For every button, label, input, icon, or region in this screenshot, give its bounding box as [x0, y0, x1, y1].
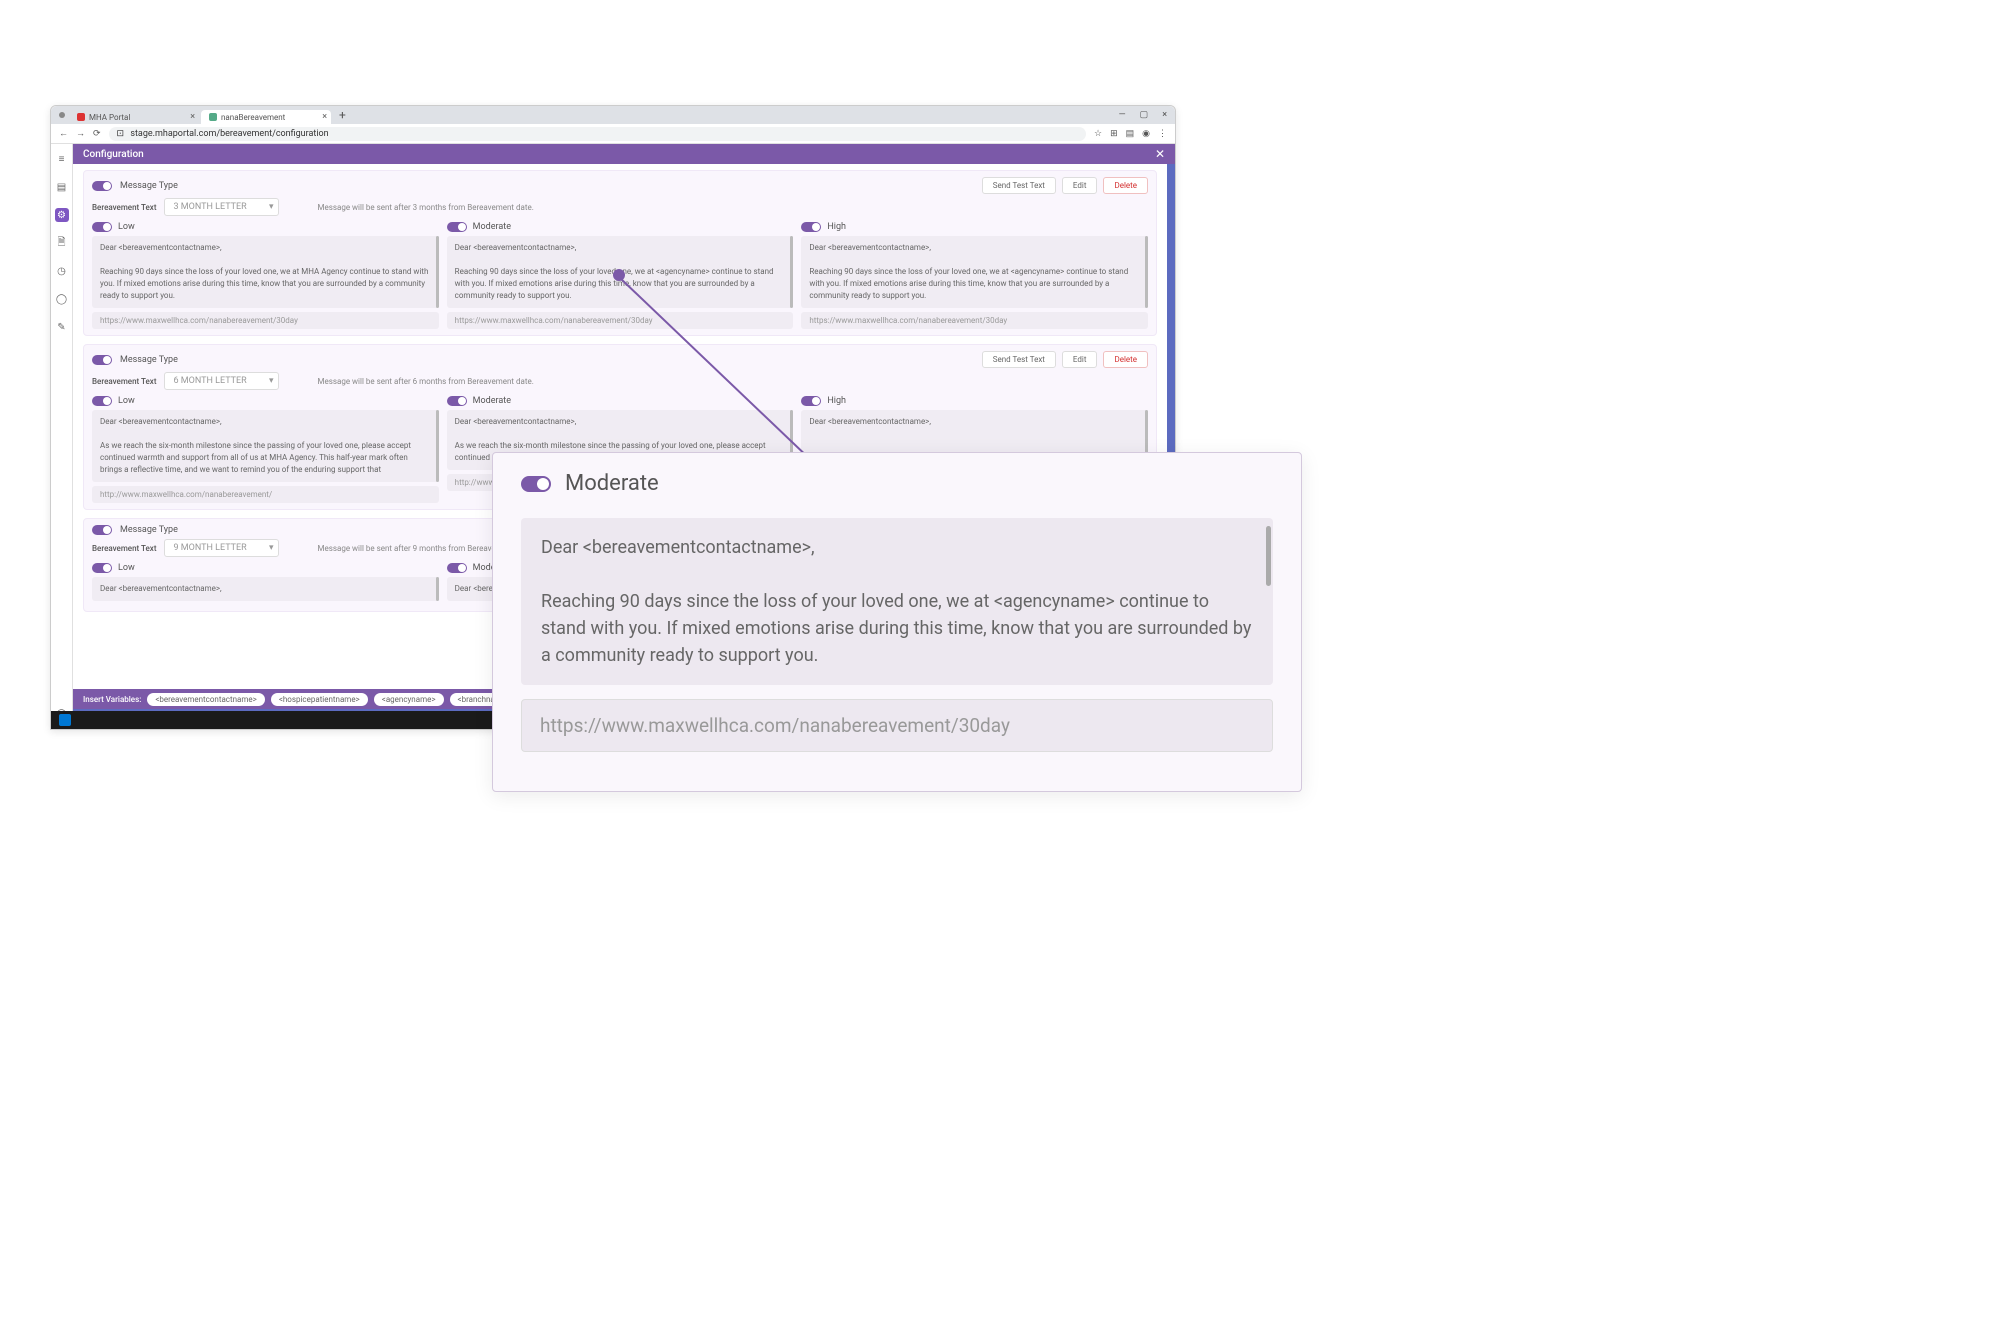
forward-icon[interactable]: → — [76, 128, 85, 139]
low-toggle[interactable] — [92, 222, 112, 232]
variable-chip[interactable]: <hospicepatientname> — [271, 693, 368, 706]
taskbar-app-icon[interactable] — [59, 714, 71, 726]
low-label: Low — [118, 396, 135, 406]
moderate-toggle[interactable] — [447, 396, 467, 406]
menu-icon[interactable]: ≡ — [55, 152, 69, 166]
letter-dropdown[interactable]: 9 MONTH LETTER — [164, 539, 279, 557]
message-type-label: Message Type — [120, 355, 178, 365]
message-preview[interactable]: Dear <bereavementcontactname>,Reaching 9… — [801, 236, 1148, 308]
message-preview[interactable]: Dear <bereavementcontactname>,Reaching 9… — [521, 518, 1273, 685]
cursor-indicator — [613, 269, 625, 281]
extensions-icon[interactable]: ⊞ — [1110, 129, 1118, 139]
column-low: Low Dear <bereavementcontactname>, — [92, 563, 439, 605]
high-toggle[interactable] — [801, 222, 821, 232]
url-text: stage.mhaportal.com/bereavement/configur… — [130, 129, 328, 139]
minimize-icon[interactable]: — — [1119, 110, 1126, 120]
bereavement-text-label: Bereavement Text — [92, 544, 156, 553]
moderate-label: Moderate — [473, 396, 511, 406]
url-field[interactable]: https://www.maxwellhca.com/nanabereaveme… — [521, 699, 1273, 752]
column-high: High Dear <bereavementcontactname>,Reach… — [801, 222, 1148, 329]
tab-title: nanaBereavement — [221, 113, 285, 122]
letter-dropdown[interactable]: 3 MONTH LETTER — [164, 198, 279, 216]
edit-icon[interactable]: ✎ — [55, 320, 69, 334]
star-icon[interactable]: ☆ — [1094, 129, 1102, 139]
message-preview[interactable]: Dear <bereavementcontactname>,Reaching 9… — [92, 236, 439, 308]
high-toggle[interactable] — [801, 396, 821, 406]
sidebar: ≡ ▤ ⚙ 🗎 ◷ ◯ ✎ ◯ — [51, 144, 73, 729]
moderate-toggle[interactable] — [447, 563, 467, 573]
bereavement-text-label: Bereavement Text — [92, 203, 156, 212]
reading-list-icon[interactable]: ▤ — [1126, 129, 1135, 139]
message-preview[interactable]: Dear <bereavementcontactname>,As we reac… — [92, 410, 439, 482]
tab-mha-portal[interactable]: MHA Portal × — [69, 110, 199, 124]
edit-button[interactable]: Edit — [1062, 351, 1098, 368]
close-icon[interactable]: × — [190, 112, 195, 122]
message-block: Message Type Send Test Text Edit Delete … — [83, 170, 1157, 336]
page-title: Configuration — [83, 149, 144, 160]
url-input[interactable]: ⊡ stage.mhaportal.com/bereavement/config… — [109, 127, 1086, 141]
moderate-toggle[interactable] — [447, 222, 467, 232]
message-type-toggle[interactable] — [92, 181, 112, 191]
low-label: Low — [118, 563, 135, 573]
message-type-label: Message Type — [120, 525, 178, 535]
schedule-hint: Message will be sent after 6 months from… — [317, 377, 533, 386]
url-field[interactable]: https://www.maxwellhca.com/nanabereaveme… — [92, 312, 439, 329]
schedule-hint: Message will be sent after 3 months from… — [317, 203, 533, 212]
message-preview[interactable]: Dear <bereavementcontactname>, — [92, 577, 439, 601]
delete-button[interactable]: Delete — [1103, 177, 1148, 194]
favicon-icon — [209, 113, 217, 121]
low-toggle[interactable] — [92, 396, 112, 406]
profile-icon[interactable]: ◉ — [1142, 129, 1150, 139]
message-type-toggle[interactable] — [92, 525, 112, 535]
back-icon[interactable]: ← — [59, 128, 68, 139]
delete-button[interactable]: Delete — [1103, 351, 1148, 368]
address-bar: ← → ⟳ ⊡ stage.mhaportal.com/bereavement/… — [51, 124, 1175, 144]
document-icon[interactable]: 🗎 — [55, 236, 69, 250]
high-label: High — [827, 222, 846, 232]
tab-nanabereavement[interactable]: nanaBereavement × — [201, 110, 331, 124]
user-icon[interactable]: ◯ — [55, 292, 69, 306]
edit-button[interactable]: Edit — [1062, 177, 1098, 194]
moderate-toggle[interactable] — [521, 476, 551, 492]
tab-bar: MHA Portal × nanaBereavement × + — ▢ × — [51, 106, 1175, 124]
list-icon[interactable]: ▤ — [55, 180, 69, 194]
message-type-label: Message Type — [120, 181, 178, 191]
url-field[interactable]: https://www.maxwellhca.com/nanabereaveme… — [801, 312, 1148, 329]
close-icon[interactable]: ✕ — [1155, 147, 1165, 161]
window-menu-icon[interactable] — [59, 112, 65, 118]
letter-dropdown[interactable]: 6 MONTH LETTER — [164, 372, 279, 390]
tab-title: MHA Portal — [89, 113, 130, 122]
maximize-icon[interactable]: ▢ — [1140, 110, 1149, 120]
window-controls: — ▢ × — [1119, 110, 1167, 120]
moderate-label: Moderate — [565, 471, 659, 496]
moderate-label: Moderate — [473, 222, 511, 232]
favicon-icon — [77, 113, 85, 121]
bereavement-text-label: Bereavement Text — [92, 377, 156, 386]
url-field[interactable]: https://www.maxwellhca.com/nanabereaveme… — [447, 312, 794, 329]
variable-chip[interactable]: <bereavementcontactname> — [147, 693, 264, 706]
variable-chip[interactable]: <agencyname> — [374, 693, 444, 706]
message-type-toggle[interactable] — [92, 355, 112, 365]
zoom-detail-panel: Moderate Dear <bereavementcontactname>,R… — [492, 452, 1302, 792]
reload-icon[interactable]: ⟳ — [93, 129, 101, 139]
gear-icon[interactable]: ⚙ — [55, 208, 69, 222]
lock-icon: ⊡ — [117, 129, 125, 139]
url-field[interactable]: http://www.maxwellhca.com/nanabereavemen… — [92, 486, 439, 503]
close-icon[interactable]: × — [1162, 110, 1167, 120]
low-toggle[interactable] — [92, 563, 112, 573]
menu-icon[interactable]: ⋮ — [1158, 129, 1167, 139]
config-header: Configuration ✕ — [73, 144, 1175, 164]
high-label: High — [827, 396, 846, 406]
close-icon[interactable]: × — [322, 112, 327, 122]
column-low: Low Dear <bereavementcontactname>,Reachi… — [92, 222, 439, 329]
variable-label: Insert Variables: — [83, 695, 141, 704]
send-test-button[interactable]: Send Test Text — [982, 177, 1056, 194]
column-low: Low Dear <bereavementcontactname>,As we … — [92, 396, 439, 503]
low-label: Low — [118, 222, 135, 232]
send-test-button[interactable]: Send Test Text — [982, 351, 1056, 368]
clock-icon[interactable]: ◷ — [55, 264, 69, 278]
new-tab-button[interactable]: + — [339, 108, 346, 122]
